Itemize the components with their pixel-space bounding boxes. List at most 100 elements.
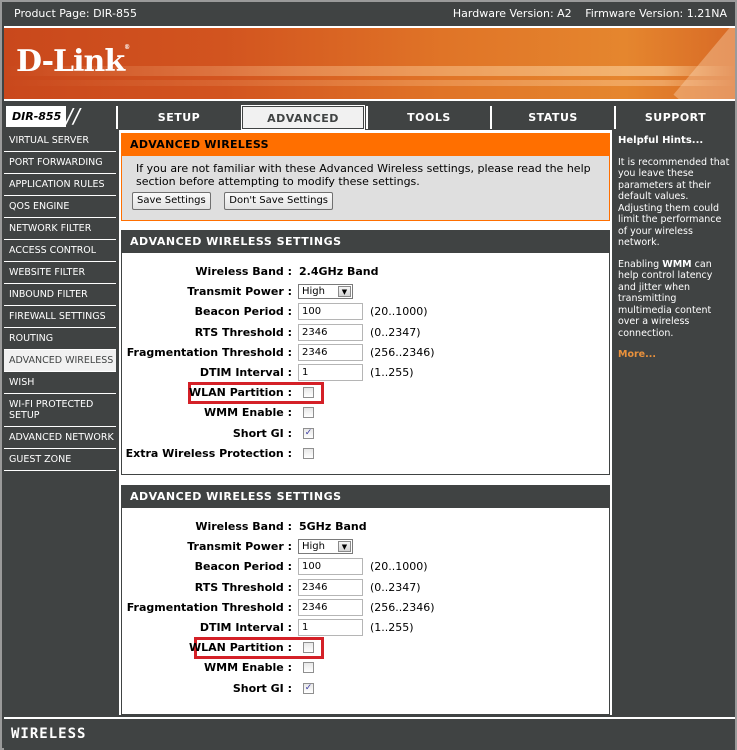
firmware-version: Firmware Version: 1.21NA xyxy=(585,7,727,20)
fragmentation-threshold-row: Fragmentation Threshold : (256..2346) xyxy=(122,343,609,363)
rts-threshold-label: RTS Threshold : xyxy=(194,325,292,339)
fragmentation-threshold-range: (256..2346) xyxy=(370,600,435,614)
sidebar-item-wish[interactable]: WISH xyxy=(4,372,116,394)
top-bar: Product Page: DIR-855 Hardware Version: … xyxy=(4,4,735,24)
intro-panel: ADVANCED WIRELESS If you are not familia… xyxy=(121,133,610,221)
model-badge: DIR-855 / / xyxy=(6,106,114,127)
footer: WIRELESS xyxy=(4,717,735,750)
beacon-period-input[interactable] xyxy=(298,303,363,321)
tab-tools[interactable]: TOOLS xyxy=(366,106,490,129)
transmit-power-value: High xyxy=(302,541,325,553)
dlink-logo: D-Link® xyxy=(16,44,130,79)
sidebar-item-firewall-settings[interactable]: FIREWALL SETTINGS xyxy=(4,306,116,328)
beacon-period-input[interactable] xyxy=(298,558,363,576)
sidebar-item-advanced-network[interactable]: ADVANCED NETWORK xyxy=(4,427,116,449)
hints-text: Enabling xyxy=(618,258,663,270)
hints-paragraph: It is recommended that you leave these p… xyxy=(618,156,730,249)
sidebar-item-network-filter[interactable]: NETWORK FILTER xyxy=(4,218,116,240)
section-title: ADVANCED WIRELESS SETTINGS xyxy=(122,486,609,508)
section-title: ADVANCED WIRELESS SETTINGS xyxy=(122,231,609,253)
beacon-period-label: Beacon Period : xyxy=(194,560,292,574)
dtim-interval-range: (1..255) xyxy=(370,365,414,379)
more-link[interactable]: More... xyxy=(618,349,732,361)
sidebar-item-application-rules[interactable]: APPLICATION RULES xyxy=(4,174,116,196)
sidebar-item-qos-engine[interactable]: QOS ENGINE xyxy=(4,196,116,218)
hints-title: Helpful Hints... xyxy=(618,135,704,146)
fragmentation-threshold-input[interactable] xyxy=(298,343,363,361)
transmit-power-row: Transmit Power : High ▼ xyxy=(122,282,609,302)
beacon-period-row: Beacon Period : (20..1000) xyxy=(122,302,609,322)
dtim-interval-input[interactable] xyxy=(298,363,363,381)
wmm-enable-label: WMM Enable : xyxy=(204,406,292,420)
wlan-partition-label: WLAN Partition : xyxy=(189,386,292,400)
wlan-partition-row: WLAN Partition : xyxy=(122,382,609,405)
wlan-partition-checkbox[interactable] xyxy=(303,387,314,399)
rts-threshold-label: RTS Threshold : xyxy=(194,580,292,594)
product-page-link[interactable]: Product Page: DIR-855 xyxy=(14,4,137,24)
wireless-band-label: Wireless Band : xyxy=(195,265,292,278)
tab-status[interactable]: STATUS xyxy=(490,106,614,129)
short-gi-checkbox[interactable]: ✓ xyxy=(303,682,314,694)
wlan-partition-checkbox[interactable] xyxy=(303,642,314,654)
transmit-power-value: High xyxy=(302,286,325,298)
rts-threshold-range: (0..2347) xyxy=(370,580,421,594)
transmit-power-select[interactable]: High ▼ xyxy=(298,539,353,555)
dtim-interval-input[interactable] xyxy=(298,618,363,636)
banner-accent xyxy=(673,28,735,99)
chevron-down-icon[interactable]: ▼ xyxy=(338,541,351,553)
hints-paragraph-wmm: Enabling WMM can help control latency an… xyxy=(618,259,732,340)
banner-streak xyxy=(4,80,735,86)
footer-wireless-label: WIRELESS xyxy=(11,726,87,742)
sidebar-item-guest-zone[interactable]: GUEST ZONE xyxy=(4,449,116,471)
sidebar-item-access-control[interactable]: ACCESS CONTROL xyxy=(4,240,116,262)
trademark-icon: ® xyxy=(124,44,130,51)
settings-panel-5ghz: ADVANCED WIRELESS SETTINGS Wireless Band… xyxy=(121,485,610,715)
sidebar-item-wifi-protected-setup[interactable]: WI-FI PROTECTED SETUP xyxy=(4,394,116,427)
sidebar-item-inbound-filter[interactable]: INBOUND FILTER xyxy=(4,284,116,306)
sidebar: VIRTUAL SERVER PORT FORWARDING APPLICATI… xyxy=(4,130,116,471)
dtim-interval-label: DTIM Interval : xyxy=(199,620,292,634)
rts-threshold-range: (0..2347) xyxy=(370,325,421,339)
tab-advanced[interactable]: ADVANCED xyxy=(241,105,365,130)
settings-panel-24ghz: ADVANCED WIRELESS SETTINGS Wireless Band… xyxy=(121,230,610,475)
main-content: ADVANCED WIRELESS If you are not familia… xyxy=(119,130,612,715)
intro-text: If you are not familiar with these Advan… xyxy=(136,162,591,188)
chevron-down-icon[interactable]: ▼ xyxy=(338,286,351,298)
model-label: DIR-855 xyxy=(6,106,66,127)
beacon-period-label: Beacon Period : xyxy=(194,305,292,319)
short-gi-checkbox[interactable]: ✓ xyxy=(303,427,314,439)
wmm-enable-checkbox[interactable] xyxy=(303,662,314,674)
fragmentation-threshold-input[interactable] xyxy=(298,598,363,616)
wireless-band-row: Wireless Band : 5GHz Band xyxy=(122,517,609,537)
fragmentation-threshold-label: Fragmentation Threshold : xyxy=(126,345,292,359)
sidebar-item-port-forwarding[interactable]: PORT FORWARDING xyxy=(4,152,116,174)
logo-text: D-Link xyxy=(16,44,125,79)
rts-threshold-row: RTS Threshold : (0..2347) xyxy=(122,578,609,598)
transmit-power-row: Transmit Power : High ▼ xyxy=(122,537,609,557)
extra-protection-checkbox[interactable] xyxy=(303,447,314,459)
sidebar-item-routing[interactable]: ROUTING xyxy=(4,328,116,350)
rts-threshold-input[interactable] xyxy=(298,323,363,341)
fragmentation-threshold-range: (256..2346) xyxy=(370,345,435,359)
tab-setup[interactable]: SETUP xyxy=(116,106,240,129)
short-gi-label: Short GI : xyxy=(232,681,292,695)
extra-protection-row: Extra Wireless Protection : xyxy=(122,444,609,464)
save-settings-button[interactable]: Save Settings xyxy=(132,192,211,210)
rts-threshold-row: RTS Threshold : (0..2347) xyxy=(122,323,609,343)
transmit-power-select[interactable]: High ▼ xyxy=(298,284,353,300)
dont-save-settings-button[interactable]: Don't Save Settings xyxy=(224,192,333,210)
slash-decoration-icon: / / xyxy=(66,104,80,128)
wireless-band-value: 5GHz Band xyxy=(299,520,367,533)
wlan-partition-label: WLAN Partition : xyxy=(189,641,292,655)
hints-text: can help control latency and jitter when… xyxy=(618,258,713,339)
rts-threshold-input[interactable] xyxy=(298,578,363,596)
short-gi-row: Short GI : ✓ xyxy=(122,679,609,699)
helpful-hints-panel: Helpful Hints... It is recommended that … xyxy=(615,130,735,715)
wmm-enable-checkbox[interactable] xyxy=(303,407,314,419)
fragmentation-threshold-row: Fragmentation Threshold : (256..2346) xyxy=(122,598,609,618)
sidebar-item-website-filter[interactable]: WEBSITE FILTER xyxy=(4,262,116,284)
sidebar-item-advanced-wireless[interactable]: ADVANCED WIRELESS xyxy=(4,350,116,372)
sidebar-item-virtual-server[interactable]: VIRTUAL SERVER xyxy=(4,130,116,152)
tab-support[interactable]: SUPPORT xyxy=(614,106,735,129)
banner: D-Link® xyxy=(4,26,735,101)
